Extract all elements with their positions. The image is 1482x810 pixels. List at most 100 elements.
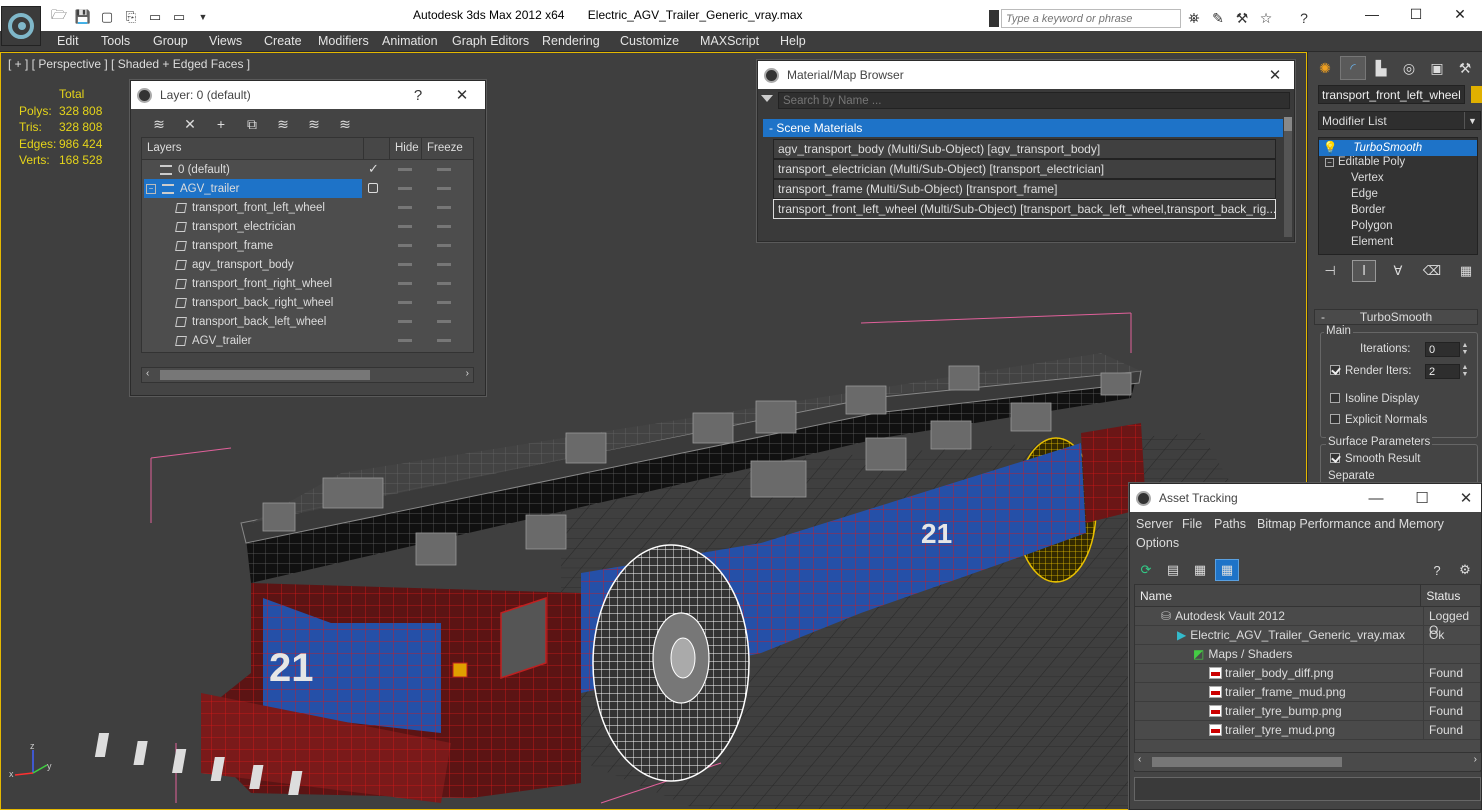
freeze-toggle[interactable] [437,187,451,190]
menu-tools[interactable]: Tools [101,34,130,48]
hide-toggle[interactable] [398,168,412,171]
close-icon[interactable]: ✕ [451,85,473,105]
tools-icon[interactable]: ✎ [1208,8,1228,28]
scroll-left-icon[interactable]: ‹ [146,368,149,379]
hide-toggle[interactable] [398,339,412,342]
freeze-all-icon[interactable]: ≋ [333,114,357,134]
project-folder-icon[interactable]: ▭ [168,7,190,27]
stack-subobject-polygon[interactable]: Polygon [1319,220,1477,236]
asset-row-vault[interactable]: ⛁ Autodesk Vault 2012 Logged O [1135,607,1480,637]
object-color-swatch[interactable] [1471,86,1482,103]
menu-options[interactable]: Options [1136,536,1179,550]
close-icon[interactable]: ✕ [1455,488,1477,508]
modifier-list-dropdown[interactable]: Modifier List ▼ [1318,111,1481,130]
scroll-thumb[interactable] [160,370,370,380]
iterations-spinner[interactable] [1425,342,1460,357]
thumbnail-view-icon[interactable]: ▦ [1188,559,1212,581]
scroll-left-icon[interactable]: ‹ [1138,754,1141,765]
stack-subobject-edge[interactable]: Edge [1319,188,1477,204]
col-status[interactable]: Status [1421,585,1480,606]
menu-animation[interactable]: Animation [382,34,438,48]
minimize-icon[interactable]: — [1365,488,1387,508]
explicit-normals-checkbox[interactable]: Explicit Normals [1330,414,1427,426]
menu-server[interactable]: Server [1136,517,1173,531]
hide-toggle[interactable] [398,244,412,247]
col-hide[interactable]: Hide [390,138,422,159]
freeze-toggle[interactable] [437,301,451,304]
material-browser-titlebar[interactable]: Material/Map Browser ✕ [758,61,1294,89]
material-item[interactable]: transport_electrician (Multi/Sub-Object)… [773,159,1276,179]
menu-customize[interactable]: Customize [620,34,679,48]
object-row[interactable]: AGV_trailer [142,331,473,350]
current-layer-checkmark-icon[interactable]: ✓ [368,161,379,177]
hide-all-icon[interactable]: ≋ [302,114,326,134]
stack-subobject-vertex[interactable]: Vertex [1319,172,1477,188]
add-to-layer-icon[interactable]: + [209,114,233,134]
hold-icon[interactable]: ⎘ [120,7,142,27]
material-item[interactable]: transport_frame (Multi/Sub-Object) [tran… [773,179,1276,199]
menu-rendering[interactable]: Rendering [542,34,600,48]
table-view-icon[interactable]: ▦ [1215,559,1239,581]
menu-bitmap-performance[interactable]: Bitmap Performance and Memory [1257,517,1444,531]
freeze-toggle[interactable] [437,339,451,342]
search-input[interactable] [1001,9,1181,28]
hierarchy-tab-icon[interactable]: ▙ [1368,56,1394,80]
object-row[interactable]: transport_front_left_wheel [142,198,473,217]
help-icon[interactable]: ? [1294,8,1314,28]
make-unique-icon[interactable]: ∀ [1386,260,1410,282]
create-tab-icon[interactable]: ✺ [1312,56,1338,80]
spinner-arrows-icon[interactable]: ▲ ▼ [1460,342,1470,357]
subscription-icon[interactable]: ⚒ [1232,8,1252,28]
close-icon[interactable]: ✕ [1264,65,1286,85]
rollout-collapse-icon[interactable]: - [1321,310,1325,324]
scroll-thumb[interactable] [1284,117,1292,131]
refresh-icon[interactable]: ⟳ [1134,559,1158,581]
utilities-tab-icon[interactable]: ⚒ [1452,56,1478,80]
menu-file[interactable]: File [1182,517,1202,531]
list-view-icon[interactable]: ▤ [1161,559,1185,581]
chevron-down-icon[interactable]: ▼ [1464,112,1480,129]
freeze-toggle[interactable] [437,206,451,209]
remove-modifier-icon[interactable]: ⌫ [1420,260,1444,282]
show-end-result-icon[interactable]: Ⅰ [1352,260,1376,282]
modify-tab-icon[interactable]: ◜ [1340,56,1366,80]
menu-modifiers[interactable]: Modifiers [318,34,369,48]
menu-edit[interactable]: Edit [57,34,79,48]
menu-help[interactable]: Help [780,34,806,48]
asset-row-png[interactable]: trailer_frame_mud.png Found [1135,683,1480,702]
scroll-right-icon[interactable]: › [1474,754,1477,765]
quickbar-dropdown-icon[interactable]: ▼ [192,7,214,27]
col-freeze[interactable]: Freeze [422,138,466,159]
freeze-toggle[interactable] [437,168,451,171]
layer-row-default[interactable]: 0 (default) ✓ [142,160,473,179]
menu-create[interactable]: Create [264,34,302,48]
create-layer-icon[interactable]: ≋ [147,114,171,134]
maximize-icon[interactable]: ☐ [1394,0,1438,28]
material-item-selected[interactable]: transport_front_left_wheel (Multi/Sub-Ob… [773,199,1276,219]
material-vertical-scrollbar[interactable] [1284,117,1292,237]
search-by-name-input[interactable] [778,92,1290,109]
asset-row-png[interactable]: trailer_tyre_bump.png Found [1135,702,1480,721]
render-iters-checkbox[interactable]: Render Iters: [1330,365,1411,377]
asset-row-max-file[interactable]: ▶ Electric_AGV_Trailer_Generic_vray.max Ok [1135,626,1480,645]
menu-views[interactable]: Views [209,34,242,48]
asset-tracking-titlebar[interactable]: Asset Tracking — ☐ ✕ [1130,484,1481,512]
material-item[interactable]: agv_transport_body (Multi/Sub-Object) [a… [773,139,1276,159]
menu-maxscript[interactable]: MAXScript [700,34,759,48]
stack-item-editable-poly[interactable]: − Editable Poly [1319,156,1477,172]
isoline-display-checkbox[interactable]: Isoline Display [1330,393,1419,405]
lightbulb-icon[interactable]: 💡 [1323,142,1337,154]
checkbox-icon[interactable] [1330,393,1340,403]
select-objects-icon[interactable]: ⧉ [240,114,264,134]
checkbox-icon[interactable] [1330,453,1340,463]
new-scene-icon[interactable]: ▢ [96,7,118,27]
favorites-star-icon[interactable]: ☆ [1256,8,1276,28]
freeze-toggle[interactable] [437,263,451,266]
stack-subobject-border[interactable]: Border [1319,204,1477,220]
search-expand-icon[interactable] [989,10,999,27]
object-row[interactable]: transport_front_right_wheel [142,274,473,293]
freeze-toggle[interactable] [437,225,451,228]
turbosmooth-rollout-header[interactable]: - TurboSmooth [1314,309,1478,325]
motion-tab-icon[interactable]: ◎ [1396,56,1422,80]
display-tab-icon[interactable]: ▣ [1424,56,1450,80]
